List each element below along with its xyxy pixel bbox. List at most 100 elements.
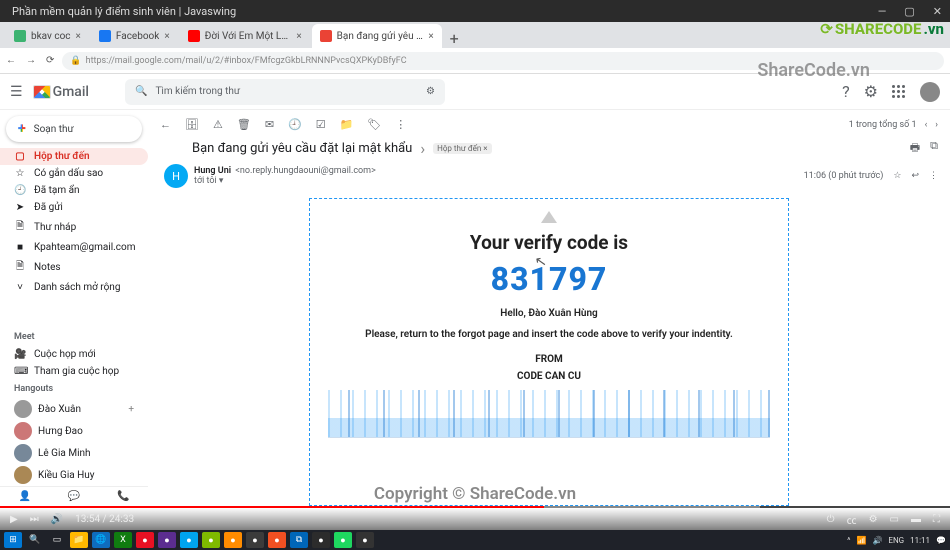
open-new-window-icon[interactable]: ⧉	[930, 139, 938, 158]
excel-icon[interactable]: X	[114, 532, 132, 548]
meet-new[interactable]: 🎥Cuộc họp mới	[0, 346, 148, 363]
help-icon[interactable]: ?	[842, 82, 850, 101]
nav-starred[interactable]: ☆Có gắn dấu sao	[0, 165, 148, 182]
more-icon[interactable]: ⋮	[395, 118, 406, 131]
start-button[interactable]: ⊞	[4, 532, 22, 548]
app-icon[interactable]: ●	[268, 532, 286, 548]
prev-message-icon[interactable]: ‹	[925, 120, 928, 130]
star-icon[interactable]: ☆	[893, 171, 901, 181]
miniplayer-icon[interactable]: ▭	[890, 514, 899, 525]
meet-join[interactable]: ⌨Tham gia cuộc họp	[0, 363, 148, 380]
edge-icon[interactable]: 🌐	[92, 532, 110, 548]
browser-tab-active[interactable]: Bạn đang gửi yêu cầu đặt lạ… ×	[312, 24, 442, 48]
vscode-icon[interactable]: ⧉	[290, 532, 308, 548]
next-button[interactable]: ⏭	[30, 514, 39, 525]
nav-label-kpah[interactable]: ■Kpahteam@gmail.com	[0, 239, 148, 256]
snooze-icon[interactable]: 🕘	[288, 118, 302, 131]
browser-tab[interactable]: Đời Với Em Một Lời Trư… ×	[180, 24, 310, 48]
clock-time[interactable]: 11:11	[910, 536, 930, 545]
settings-icon[interactable]: ⚙	[864, 82, 878, 101]
maximize-icon[interactable]: ▢	[904, 5, 914, 18]
minimize-icon[interactable]: —	[878, 5, 887, 18]
app-icon[interactable]: ●	[202, 532, 220, 548]
spotify-icon[interactable]: ●	[334, 532, 352, 548]
apps-grid-icon[interactable]	[892, 85, 906, 99]
add-to-tasks-icon[interactable]: ☑	[316, 118, 326, 131]
search-icon[interactable]: 🔍	[26, 532, 44, 548]
hangout-contact[interactable]: Hưng Đao	[0, 420, 148, 442]
nav-inbox[interactable]: ▢Hộp thư đến	[0, 148, 148, 165]
archive-icon[interactable]: 🗄	[185, 118, 199, 131]
gmail-logo[interactable]: Gmail	[33, 84, 89, 100]
back-button[interactable]: ←	[160, 118, 171, 131]
notifications-icon[interactable]: 💬	[936, 536, 946, 545]
browser-tab[interactable]: bkav coc ×	[6, 24, 89, 48]
account-avatar[interactable]	[920, 82, 940, 102]
tray-chevron-icon[interactable]: ^	[847, 536, 850, 545]
compose-button[interactable]: + Soạn thư	[6, 116, 142, 142]
delete-icon[interactable]: 🗑	[237, 118, 251, 131]
email-subject: Bạn đang gửi yêu cầu đặt lại mật khẩu	[192, 141, 412, 156]
play-button[interactable]: ▶	[10, 514, 18, 525]
close-icon[interactable]: ✕	[933, 5, 942, 18]
search-placeholder: Tìm kiếm trong thư	[155, 86, 240, 97]
move-to-icon[interactable]: 📁	[340, 118, 354, 131]
recipient-dropdown[interactable]: tới tôi ▾	[194, 176, 376, 186]
wifi-icon[interactable]: 📶	[856, 536, 866, 545]
system-tray[interactable]: ^ 📶 🔊 ENG 11:11 💬	[847, 536, 946, 545]
tab-close-icon[interactable]: ×	[296, 31, 301, 42]
app-icon[interactable]: ●	[180, 532, 198, 548]
search-options-icon[interactable]: ⚙	[426, 86, 435, 97]
nav-snoozed[interactable]: 🕘Đã tạm ẩn	[0, 182, 148, 199]
mark-unread-icon[interactable]: ✉	[265, 118, 274, 131]
print-icon[interactable]: 🖶	[910, 139, 920, 158]
captions-icon[interactable]: ㏄	[847, 512, 857, 527]
theater-icon[interactable]: ▬	[911, 514, 921, 525]
search-input[interactable]: 🔍 Tìm kiếm trong thư ⚙	[125, 79, 445, 105]
app-icon[interactable]: ●	[136, 532, 154, 548]
nav-drafts[interactable]: 🗎Thư nháp	[0, 216, 148, 239]
app-icon[interactable]: ●	[158, 532, 176, 548]
window-title: Phần mềm quản lý điểm sinh viên | Javasw…	[12, 5, 236, 18]
add-contact-icon[interactable]: +	[128, 404, 134, 415]
app-icon[interactable]: ●	[246, 532, 264, 548]
lock-icon: 🔒	[70, 56, 81, 66]
tab-close-icon[interactable]: ×	[76, 31, 81, 42]
fullscreen-icon[interactable]: ⛶	[933, 514, 940, 525]
app-icon[interactable]: ●	[356, 532, 374, 548]
hangout-contact[interactable]: Kiều Gia Huy	[0, 464, 148, 486]
hangout-chat-icon[interactable]: 💬	[68, 491, 80, 502]
settings-icon[interactable]: ⚙	[869, 514, 878, 525]
more-actions-icon[interactable]: ⋮	[929, 171, 938, 181]
app-icon[interactable]: ●	[224, 532, 242, 548]
task-view-icon[interactable]: ▭	[48, 532, 66, 548]
hangout-contact[interactable]: Đào Xuân+	[0, 398, 148, 420]
browser-tab[interactable]: Facebook ×	[91, 24, 178, 48]
volume-tray-icon[interactable]: 🔊	[872, 536, 882, 545]
language-indicator[interactable]: ENG	[888, 536, 904, 545]
back-icon[interactable]: ←	[6, 55, 16, 66]
autoplay-toggle[interactable]: ⏻	[827, 514, 835, 525]
next-message-icon[interactable]: ›	[935, 120, 938, 130]
volume-icon[interactable]: 🔊	[51, 514, 63, 525]
explorer-icon[interactable]: 📁	[70, 532, 88, 548]
new-tab-button[interactable]: +	[444, 29, 465, 48]
nav-sent[interactable]: ➤Đã gửi	[0, 199, 148, 216]
menu-icon[interactable]: ☰	[10, 84, 23, 100]
meet-label: Tham gia cuộc họp	[34, 366, 119, 377]
hangout-contact[interactable]: Lê Gia Minh	[0, 442, 148, 464]
app-icon[interactable]: ●	[312, 532, 330, 548]
hangout-phone-icon[interactable]: 📞	[117, 491, 129, 502]
reply-icon[interactable]: ↩	[911, 171, 919, 181]
window-controls[interactable]: — ▢ ✕	[874, 5, 942, 18]
report-spam-icon[interactable]: ⚠	[213, 118, 223, 131]
labels-icon[interactable]: 🏷	[367, 118, 381, 131]
inbox-chip[interactable]: Hộp thư đến ×	[433, 143, 491, 154]
reload-icon[interactable]: ⟳	[46, 55, 54, 66]
forward-icon[interactable]: →	[26, 55, 36, 66]
tab-close-icon[interactable]: ×	[428, 31, 433, 42]
hangout-contacts-icon[interactable]: 👤	[18, 491, 30, 502]
nav-more[interactable]: ˅Danh sách mở rộng	[0, 279, 148, 296]
tab-close-icon[interactable]: ×	[164, 31, 169, 42]
nav-label-notes[interactable]: 🗎Notes	[0, 256, 148, 279]
